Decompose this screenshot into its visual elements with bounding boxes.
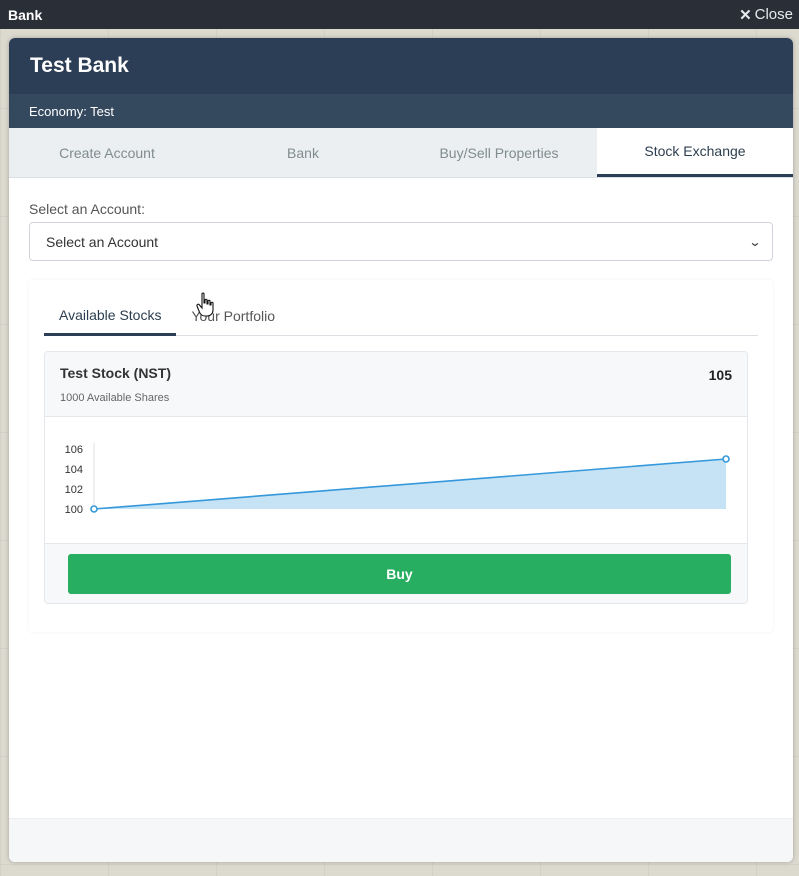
data-point — [722, 455, 730, 463]
panel-header: Test Bank — [9, 38, 793, 94]
tab-label: Stock Exchange — [644, 143, 746, 159]
bank-panel: Test Bank Economy: Test Create Account B… — [9, 38, 793, 862]
main-tabs: Create Account Bank Buy/Sell Properties … — [9, 128, 793, 178]
y-tick-label: 104 — [65, 464, 83, 476]
y-tick-label: 106 — [65, 444, 83, 456]
stock-exchange-content: Select an Account: Select an Account ⌄ A… — [9, 178, 793, 818]
economy-bar: Economy: Test — [9, 94, 793, 128]
stock-footer: Buy — [45, 543, 747, 603]
account-select[interactable]: Select an Account ⌄ — [29, 222, 773, 261]
panel-footer — [9, 818, 793, 862]
account-select-label: Select an Account: — [29, 201, 145, 217]
stock-header: Test Stock (NST) 1000 Available Shares 1… — [45, 352, 747, 417]
stock-card: Test Stock (NST) 1000 Available Shares 1… — [44, 351, 748, 604]
tab-your-portfolio[interactable]: Your Portfolio — [176, 296, 290, 336]
close-icon: ✕ — [739, 6, 752, 24]
account-select-value: Select an Account — [46, 233, 159, 250]
tab-label: Bank — [287, 144, 319, 161]
y-tick-label: 102 — [65, 484, 83, 496]
buy-button[interactable]: Buy — [68, 554, 731, 594]
window-title: Bank — [8, 6, 43, 23]
stock-sub-tabs: Available Stocks Your Portfolio — [44, 296, 758, 336]
tab-label: Available Stocks — [59, 306, 162, 323]
stock-chart-svg: 100 102 104 106 — [65, 443, 730, 516]
tab-available-stocks[interactable]: Available Stocks — [44, 296, 177, 336]
tab-create-account[interactable]: Create Account — [9, 128, 205, 177]
hand-cursor-icon — [196, 292, 214, 317]
economy-label: Economy: Test — [29, 103, 115, 119]
stock-chart: 100 102 104 106 — [45, 417, 747, 543]
stock-price: 105 — [708, 367, 732, 383]
tab-buy-sell-properties[interactable]: Buy/Sell Properties — [401, 128, 597, 177]
stock-available-shares: 1000 Available Shares — [60, 392, 170, 404]
tab-stock-exchange[interactable]: Stock Exchange — [597, 128, 793, 177]
y-tick-label: 100 — [65, 504, 83, 516]
stocks-card: Available Stocks Your Portfolio Test Sto… — [29, 280, 773, 632]
data-point — [90, 505, 98, 513]
tab-bank[interactable]: Bank — [205, 128, 401, 177]
chevron-down-icon: ⌄ — [748, 234, 762, 249]
tab-label: Create Account — [59, 144, 155, 161]
close-label: Close — [754, 6, 793, 23]
stock-name: Test Stock (NST) — [60, 365, 171, 381]
window-titlebar: Bank ✕ Close — [0, 0, 799, 29]
page-title: Test Bank — [30, 54, 129, 77]
tab-label: Buy/Sell Properties — [439, 144, 559, 161]
close-button[interactable]: ✕ Close — [739, 6, 793, 24]
